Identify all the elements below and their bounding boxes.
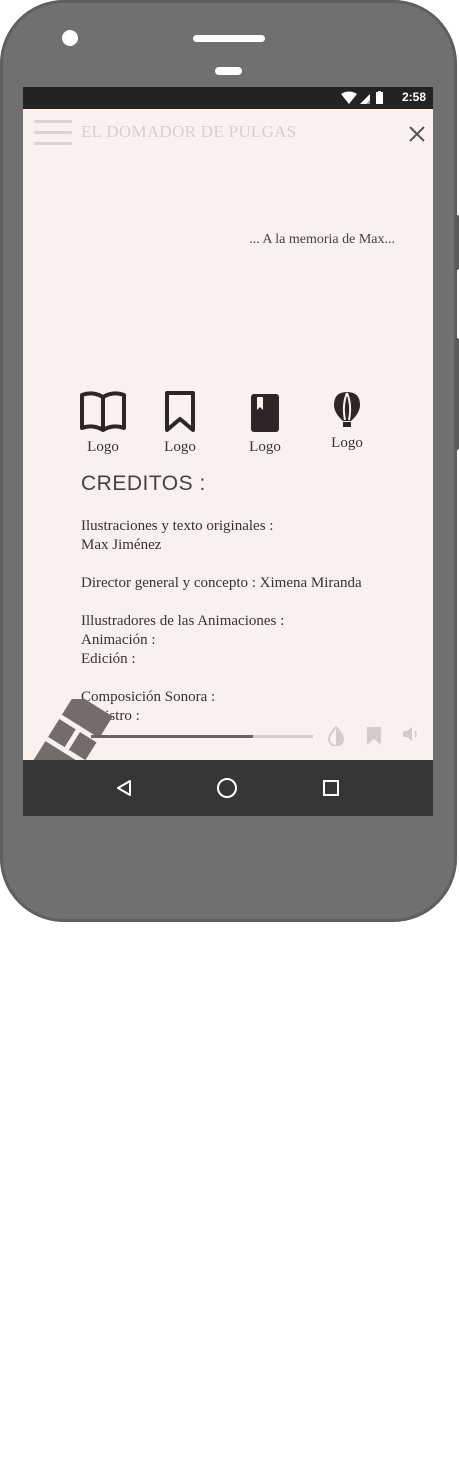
logo-item[interactable]: Logo (235, 392, 295, 456)
credit-line: Ilustraciones y texto originales : (81, 518, 274, 534)
front-camera (62, 30, 78, 46)
volume-icon[interactable] (402, 726, 420, 742)
book-icon (251, 394, 279, 432)
drop-icon[interactable] (327, 726, 345, 746)
credits-list: Ilustraciones y texto originales : Max J… (81, 517, 362, 726)
bookmark-icon[interactable] (366, 726, 382, 746)
credit-line: Illustradores de las Animaciones : (81, 613, 285, 629)
recents-icon[interactable] (323, 780, 339, 801)
logo-label: Logo (249, 439, 281, 455)
dedication-text: ... A la memoria de Max... (249, 232, 395, 247)
volume-button (455, 215, 459, 270)
home-icon[interactable] (216, 777, 238, 804)
back-icon[interactable] (115, 778, 135, 803)
status-time: 2:58 (401, 90, 426, 104)
credit-line: Composición Sonora : (81, 689, 216, 705)
audio-player (23, 699, 433, 769)
menu-icon[interactable] (34, 120, 72, 146)
app-screen: 2:58 EL DOMADOR DE PULGAS ... A la memor… (23, 87, 433, 816)
status-bar: 2:58 (23, 87, 433, 109)
credit-line: Edición : (81, 651, 136, 667)
logo-item[interactable]: Logo (73, 390, 133, 456)
proximity-sensor (215, 67, 242, 75)
balloon-icon (334, 392, 360, 427)
signal-icon (360, 94, 370, 104)
wifi-icon (341, 91, 357, 104)
pencil-icon (33, 699, 113, 769)
navigation-bar (23, 760, 433, 816)
credit-line: Max Jiménez (81, 537, 162, 553)
logo-label: Logo (164, 439, 196, 455)
bookmark-icon (165, 391, 195, 432)
credit-line: Director general y concepto : Ximena Mir… (81, 575, 362, 591)
logo-label: Logo (331, 435, 363, 451)
book-open-icon (80, 391, 126, 432)
credits-heading: CREDITOS : (81, 472, 206, 495)
credit-line: Animación : (81, 632, 156, 648)
progress-fill (91, 735, 254, 738)
battery-icon (376, 91, 383, 104)
earpiece-speaker (193, 35, 265, 42)
logo-item[interactable]: Logo (150, 390, 210, 456)
progress-bar[interactable] (91, 735, 313, 738)
logo-label: Logo (87, 439, 119, 455)
phone-frame: 2:58 EL DOMADOR DE PULGAS ... A la memor… (0, 0, 459, 922)
logo-item[interactable]: Logo (317, 390, 377, 452)
close-icon[interactable] (407, 124, 427, 144)
status-icons (340, 91, 388, 110)
power-button (455, 338, 459, 450)
app-title: EL DOMADOR DE PULGAS (81, 122, 297, 141)
